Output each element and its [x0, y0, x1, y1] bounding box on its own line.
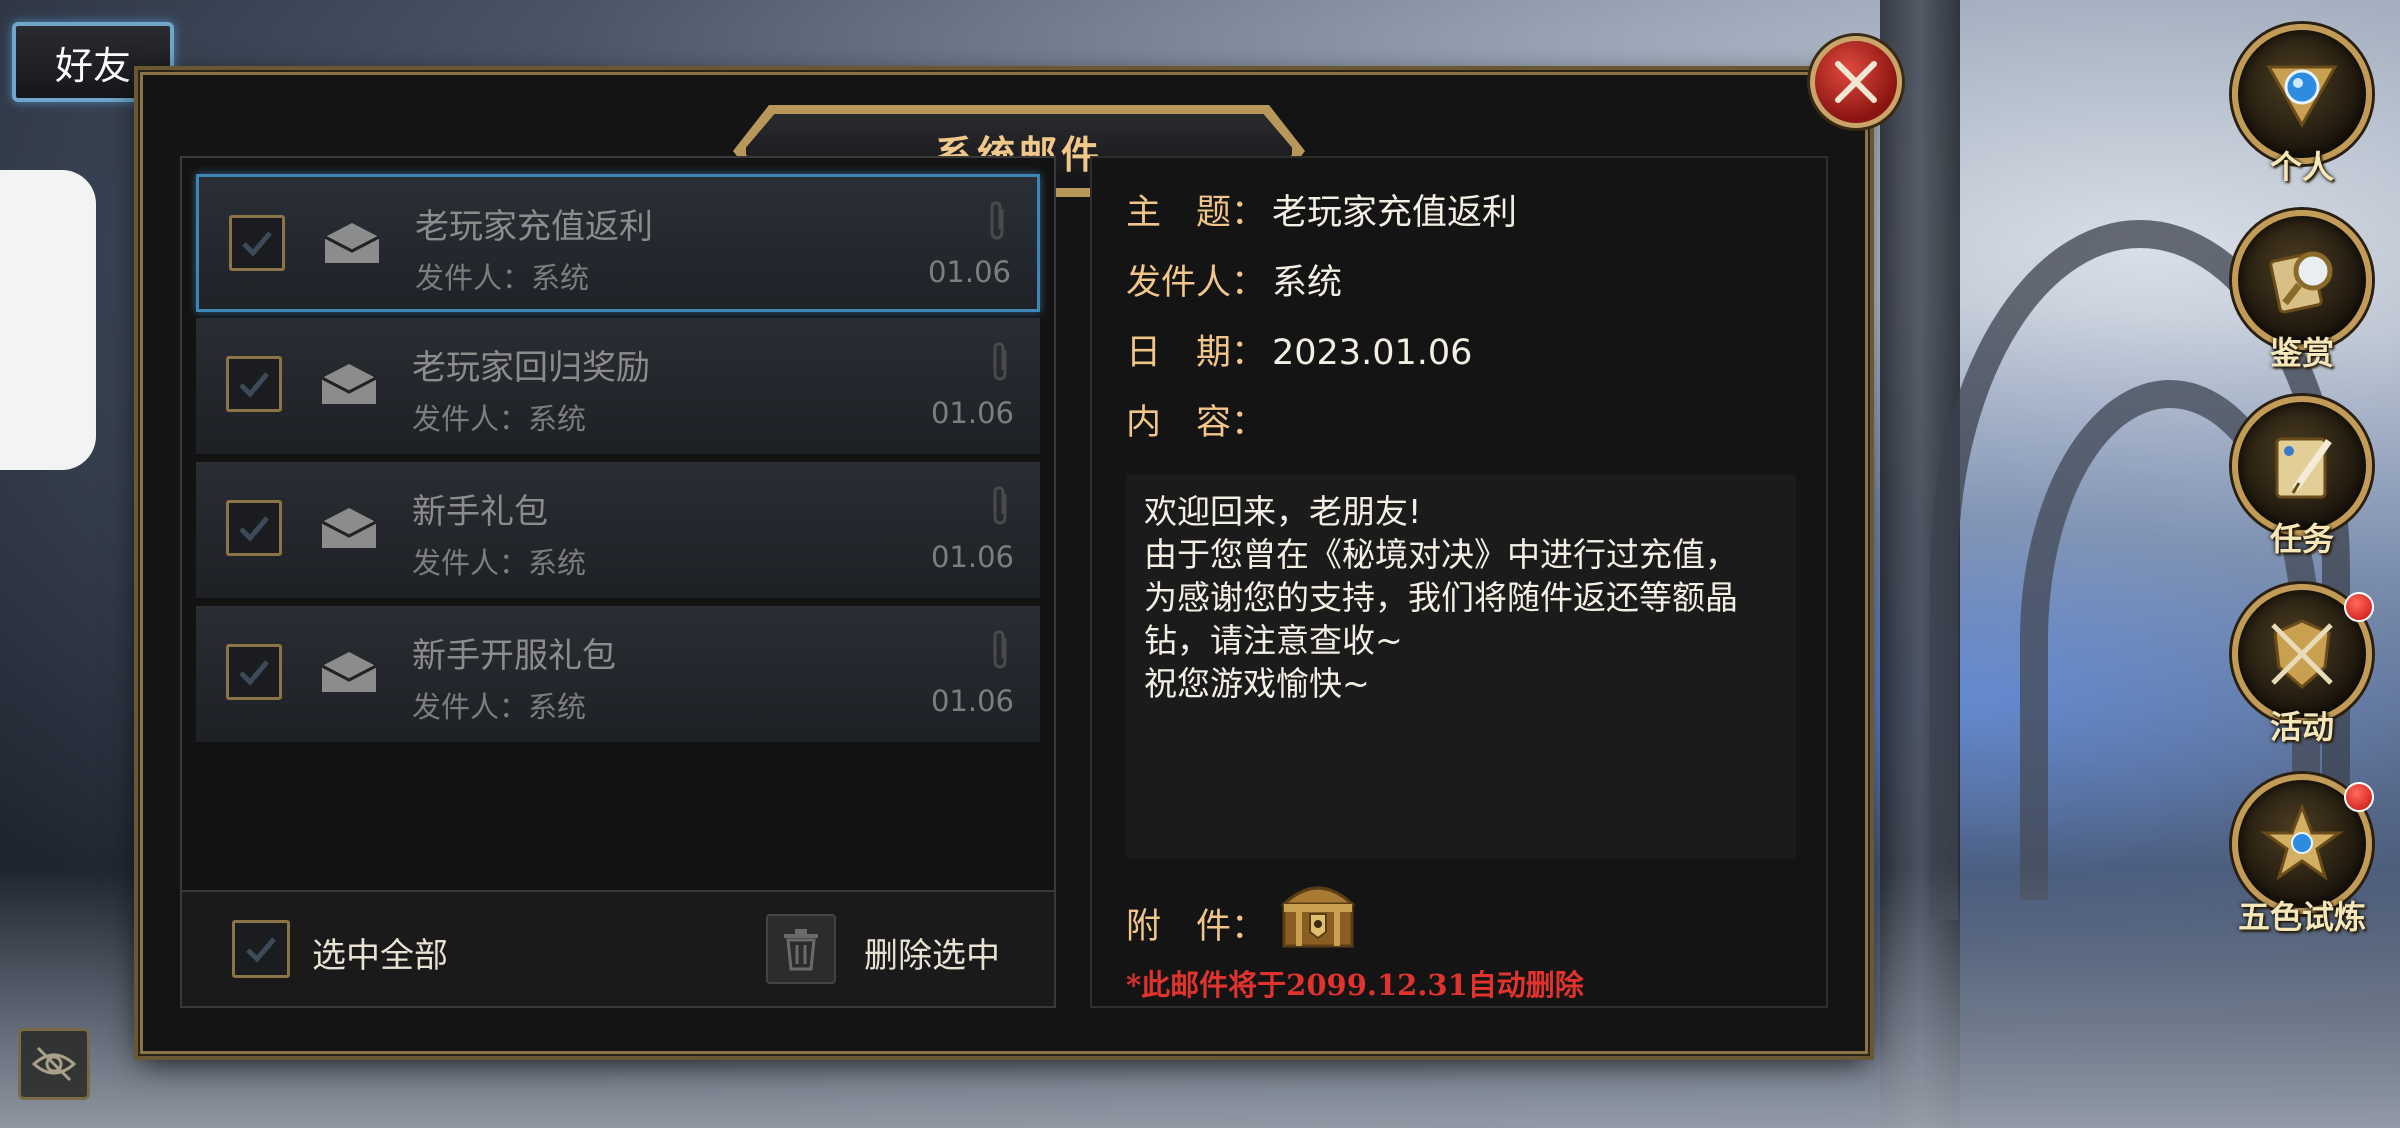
date-row: 日 期： 2023.01.06: [1126, 324, 1472, 375]
content-box: 欢迎回来，老朋友! 由于您曾在《秘境对决》中进行过充值， 为感谢您的支持，我们将…: [1126, 474, 1796, 858]
side-menu-label: 鉴赏: [2269, 334, 2334, 372]
content-line: 由于您曾在《秘境对决》中进行过充值，: [1144, 535, 1738, 574]
mail-date: 01.06: [930, 540, 1014, 574]
mail-sender: 发件人：系统: [412, 546, 587, 580]
treasure-chest-icon[interactable]: [1276, 874, 1360, 952]
side-menu-label: 任务: [2269, 520, 2334, 558]
content-row: 内 容：: [1126, 394, 1272, 445]
date-value: 2023.01.06: [1272, 333, 1473, 373]
sender-row: 发件人： 系统: [1126, 254, 1342, 305]
profile-button[interactable]: 个人: [2232, 24, 2372, 186]
content-line: 钻，请注意查收~: [1144, 621, 1403, 660]
side-menu-label: 个人: [2269, 148, 2334, 186]
subject-row: 主 题： 老玩家充值返利: [1126, 184, 1517, 235]
checkmark-icon: [242, 231, 272, 257]
checkmark-icon: [246, 937, 276, 963]
mail-title: 老玩家充值返利: [415, 207, 653, 247]
side-drawer-panel[interactable]: [0, 170, 96, 470]
friend-tab-label: 好友: [54, 43, 131, 88]
collection-button[interactable]: 鉴赏: [2232, 210, 2372, 372]
envelope-icon: [324, 223, 380, 263]
mail-sender: 发件人：系统: [412, 402, 587, 436]
date-label: 日 期：: [1126, 333, 1267, 373]
eye-slash-icon: [31, 1046, 77, 1082]
attachment-clip-icon: [990, 201, 1004, 240]
mail-checkbox[interactable]: [226, 356, 282, 412]
mail-list-item[interactable]: 老玩家回归奖励发件人：系统 01.06: [196, 318, 1040, 456]
content-label: 内 容：: [1126, 403, 1267, 443]
mail-sender: 发件人：系统: [412, 690, 587, 724]
mail-sender: 发件人：系统: [415, 261, 590, 295]
quest-button[interactable]: 任务: [2232, 396, 2372, 558]
envelope-icon: [321, 652, 377, 692]
select-all-label[interactable]: 选中全部: [312, 928, 448, 977]
trash-icon: [784, 929, 818, 971]
subject-value: 老玩家充值返利: [1272, 193, 1518, 233]
attachment-clip-icon: [993, 486, 1007, 525]
attachment-label: 附 件：: [1126, 907, 1267, 947]
side-menu-label: 活动: [2269, 708, 2334, 746]
content-line: 欢迎回来，老朋友!: [1144, 492, 1422, 531]
five-color-trial-button[interactable]: 五色试炼: [2232, 774, 2374, 936]
delete-selected-button[interactable]: [766, 914, 836, 984]
mail-title: 新手礼包: [412, 492, 548, 532]
checkmark-icon: [239, 372, 269, 398]
subject-label: 主 题：: [1126, 193, 1267, 233]
close-button[interactable]: [1810, 36, 1902, 128]
attachment-row: 附 件：: [1126, 898, 1272, 949]
sender-label: 发件人：: [1126, 263, 1267, 303]
hide-ui-button[interactable]: [18, 1028, 90, 1100]
mail-checkbox[interactable]: [229, 215, 285, 271]
event-button[interactable]: 活动: [2232, 584, 2374, 746]
delete-selected-label[interactable]: 删除选中: [864, 928, 1000, 977]
checkmark-icon: [239, 660, 269, 686]
mail-list-item[interactable]: 新手礼包发件人：系统 01.06: [196, 462, 1040, 600]
envelope-icon: [321, 508, 377, 548]
mail-detail-panel: 主 题： 老玩家充值返利 发件人： 系统 日 期： 2023.01.06 内 容： 欢…: [1090, 156, 1828, 1008]
mail-list-footer: 选中全部 删除选中: [182, 890, 1054, 1006]
mail-date: 01.06: [927, 255, 1011, 289]
select-all-checkbox[interactable]: [232, 920, 290, 978]
close-icon: [1835, 61, 1877, 103]
notification-badge: [2344, 592, 2374, 622]
mail-checkbox[interactable]: [226, 644, 282, 700]
envelope-icon: [321, 364, 377, 404]
mail-title: 新手开服礼包: [412, 636, 616, 676]
auto-delete-notice: *此邮件将于2099.12.31自动删除: [1126, 968, 1584, 1002]
notification-badge: [2344, 782, 2374, 812]
mail-list-panel: 老玩家充值返利 发件人：系统 01.06 老玩家回归奖励 发件人：系统 01.06 新手礼包…: [180, 156, 1056, 1008]
checkmark-icon: [239, 516, 269, 542]
content-line: 祝您游戏愉快~: [1144, 664, 1370, 703]
mail-date: 01.06: [930, 396, 1014, 430]
attachment-clip-icon: [993, 342, 1007, 381]
mail-date: 01.06: [930, 684, 1014, 718]
mail-list-item[interactable]: 新手开服礼包发件人：系统 01.06: [196, 606, 1040, 744]
attachment-clip-icon: [993, 630, 1007, 669]
mail-list-item[interactable]: 老玩家充值返利发件人：系统 01.06: [196, 174, 1040, 312]
mail-title: 老玩家回归奖励: [412, 348, 650, 388]
side-menu-label: 五色试炼: [2237, 898, 2366, 936]
sender-value: 系统: [1272, 263, 1343, 303]
mail-checkbox[interactable]: [226, 500, 282, 556]
content-line: 为感谢您的支持，我们将随件返还等额晶: [1144, 578, 1738, 617]
